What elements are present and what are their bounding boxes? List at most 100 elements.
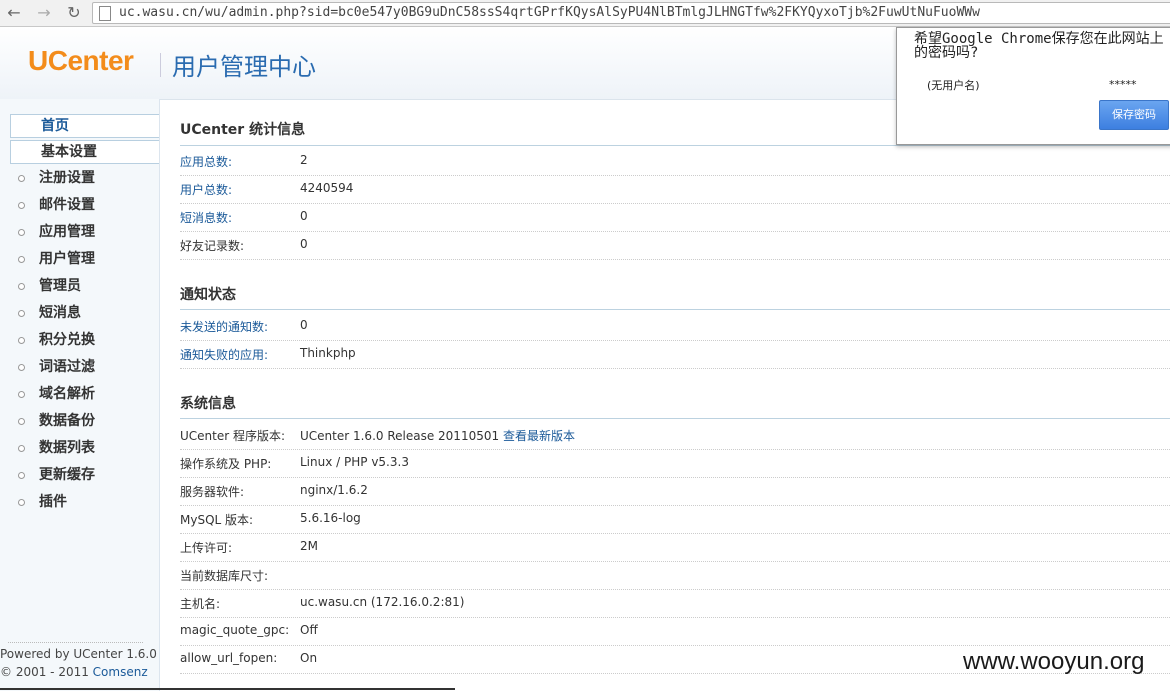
row-label: MySQL 版本: xyxy=(180,513,254,527)
copyright-text: © 2001 - 2011 xyxy=(0,665,93,679)
row-label: 好友记录数: xyxy=(180,239,245,253)
sidebar-item-admins[interactable]: 管理员 xyxy=(18,275,81,297)
logo-divider xyxy=(160,53,161,77)
tab-basic-settings[interactable]: 基本设置 xyxy=(10,140,159,164)
bullet-icon xyxy=(18,390,25,398)
browser-toolbar: ← → ↻ uc.wasu.cn/wu/admin.php?sid=bc0e54… xyxy=(0,0,1170,27)
row-label[interactable]: 未发送的通知数: xyxy=(180,318,268,335)
popup-password: ***** xyxy=(1109,78,1137,91)
table-row: magic_quote_gpc: Off xyxy=(180,617,1170,646)
table-row: MySQL 版本: 5.6.16-log xyxy=(180,505,1170,534)
bullet-icon xyxy=(18,471,25,479)
section-divider xyxy=(180,418,1170,419)
sidebar-item-label: 应用管理 xyxy=(39,224,95,240)
sidebar-item-pm[interactable]: 短消息 xyxy=(18,302,81,324)
bullet-icon xyxy=(18,228,25,236)
section-divider xyxy=(180,309,1170,310)
sidebar-item-label: 注册设置 xyxy=(39,170,95,186)
bottom-scrollbar[interactable] xyxy=(0,688,455,690)
bullet-icon xyxy=(18,498,25,506)
sidebar-item-backup[interactable]: 数据备份 xyxy=(18,410,95,432)
sidebar-item-register[interactable]: 注册设置 xyxy=(18,167,95,189)
bullet-icon xyxy=(18,255,25,263)
sidebar-item-label: 更新缓存 xyxy=(39,467,95,483)
back-arrow-icon[interactable]: ← xyxy=(3,2,25,24)
url-text: uc.wasu.cn/wu/admin.php?sid=bc0e547y0BG9… xyxy=(119,5,980,20)
watermark: www.wooyun.org xyxy=(963,648,1145,675)
sidebar-item-domain[interactable]: 域名解析 xyxy=(18,383,95,405)
tab-home[interactable]: 首页 xyxy=(10,114,159,138)
sidebar-item-label: 用户管理 xyxy=(39,251,95,267)
sidebar-item-label: 词语过滤 xyxy=(39,359,95,375)
row-label: allow_url_fopen: xyxy=(180,651,278,665)
row-label[interactable]: 应用总数: xyxy=(180,153,232,170)
row-value: nginx/1.6.2 xyxy=(300,483,368,497)
sidebar-item-label: 数据备份 xyxy=(39,413,95,429)
save-password-popup: 希望Google Chrome保存您在此网站上的密码吗? (无用户名) ****… xyxy=(896,27,1170,145)
sidebar-item-label: 积分兑换 xyxy=(39,332,95,348)
row-value: Off xyxy=(300,623,318,637)
sidebar-item-label: 管理员 xyxy=(39,278,81,294)
row-value: 2 xyxy=(300,153,308,167)
bullet-icon xyxy=(18,309,25,317)
table-row: 未发送的通知数: 0 xyxy=(180,312,1170,341)
notify-section-title: 通知状态 xyxy=(180,287,236,303)
sidebar-item-credits[interactable]: 积分兑换 xyxy=(18,329,95,351)
bullet-icon xyxy=(18,174,25,182)
sidebar-item-datalist[interactable]: 数据列表 xyxy=(18,437,95,459)
row-value: Thinkphp xyxy=(300,346,356,360)
section-divider xyxy=(180,145,1170,146)
table-row: 操作系统及 PHP: Linux / PHP v5.3.3 xyxy=(180,449,1170,478)
footer-divider xyxy=(8,642,143,643)
tab-basic-label: 基本设置 xyxy=(41,144,97,160)
row-value: Linux / PHP v5.3.3 xyxy=(300,455,409,469)
popup-username[interactable]: (无用户名) xyxy=(927,77,980,93)
table-row: 服务器软件: nginx/1.6.2 xyxy=(180,477,1170,506)
row-value: UCenter 1.6.0 Release 20110501 查看最新版本 xyxy=(300,427,575,444)
table-row: 好友记录数: 0 xyxy=(180,231,1170,260)
row-value: uc.wasu.cn (172.16.0.2:81) xyxy=(300,595,465,609)
sidebar-item-users[interactable]: 用户管理 xyxy=(18,248,95,270)
table-row: 应用总数: 2 xyxy=(180,147,1170,176)
row-label: 服务器软件: xyxy=(180,485,245,499)
row-value: 4240594 xyxy=(300,181,354,195)
check-latest-version-link[interactable]: 查看最新版本 xyxy=(503,429,575,443)
comsenz-link[interactable]: Comsenz xyxy=(93,665,148,679)
row-value: 2M xyxy=(300,539,318,553)
sidebar-item-plugins[interactable]: 插件 xyxy=(18,491,67,513)
sidebar-item-label: 短消息 xyxy=(39,305,81,321)
sidebar-item-cache[interactable]: 更新缓存 xyxy=(18,464,95,486)
row-value: 0 xyxy=(300,209,308,223)
row-label: 当前数据库尺寸: xyxy=(180,569,269,583)
sidebar-item-label: 邮件设置 xyxy=(39,197,95,213)
sidebar-item-mail[interactable]: 邮件设置 xyxy=(18,194,95,216)
bullet-icon xyxy=(18,336,25,344)
sidebar-item-apps[interactable]: 应用管理 xyxy=(18,221,95,243)
table-row: 当前数据库尺寸: xyxy=(180,561,1170,590)
powered-by: Powered by UCenter 1.6.0 xyxy=(0,647,157,661)
save-password-button[interactable]: 保存密码 xyxy=(1099,100,1169,130)
page-icon xyxy=(99,6,111,21)
reload-icon[interactable]: ↻ xyxy=(63,2,85,24)
tab-home-label: 首页 xyxy=(41,118,69,134)
sidebar: 首页 基本设置 注册设置 邮件设置 应用管理 用户管理 管理员 短消息 积分兑换… xyxy=(0,99,160,691)
forward-arrow-icon[interactable]: → xyxy=(33,2,55,24)
sidebar-item-badwords[interactable]: 词语过滤 xyxy=(18,356,95,378)
bullet-icon xyxy=(18,363,25,371)
row-label[interactable]: 通知失败的应用: xyxy=(180,346,268,363)
sidebar-item-label: 插件 xyxy=(39,494,67,510)
row-value: 0 xyxy=(300,318,308,332)
row-label[interactable]: 用户总数: xyxy=(180,181,232,198)
table-row: 主机名: uc.wasu.cn (172.16.0.2:81) xyxy=(180,589,1170,618)
table-row: 用户总数: 4240594 xyxy=(180,175,1170,204)
bullet-icon xyxy=(18,282,25,290)
row-label: 操作系统及 PHP: xyxy=(180,457,272,471)
bullet-icon xyxy=(18,201,25,209)
popup-message: 希望Google Chrome保存您在此网站上的密码吗? xyxy=(914,31,1164,61)
ucenter-logo[interactable]: UCenter xyxy=(28,45,134,77)
address-bar[interactable]: uc.wasu.cn/wu/admin.php?sid=bc0e547y0BG9… xyxy=(92,2,1170,24)
row-label[interactable]: 短消息数: xyxy=(180,209,232,226)
table-row: 上传许可: 2M xyxy=(180,533,1170,562)
row-label: UCenter 程序版本: xyxy=(180,429,286,443)
stats-section-title: UCenter 统计信息 xyxy=(180,122,306,138)
